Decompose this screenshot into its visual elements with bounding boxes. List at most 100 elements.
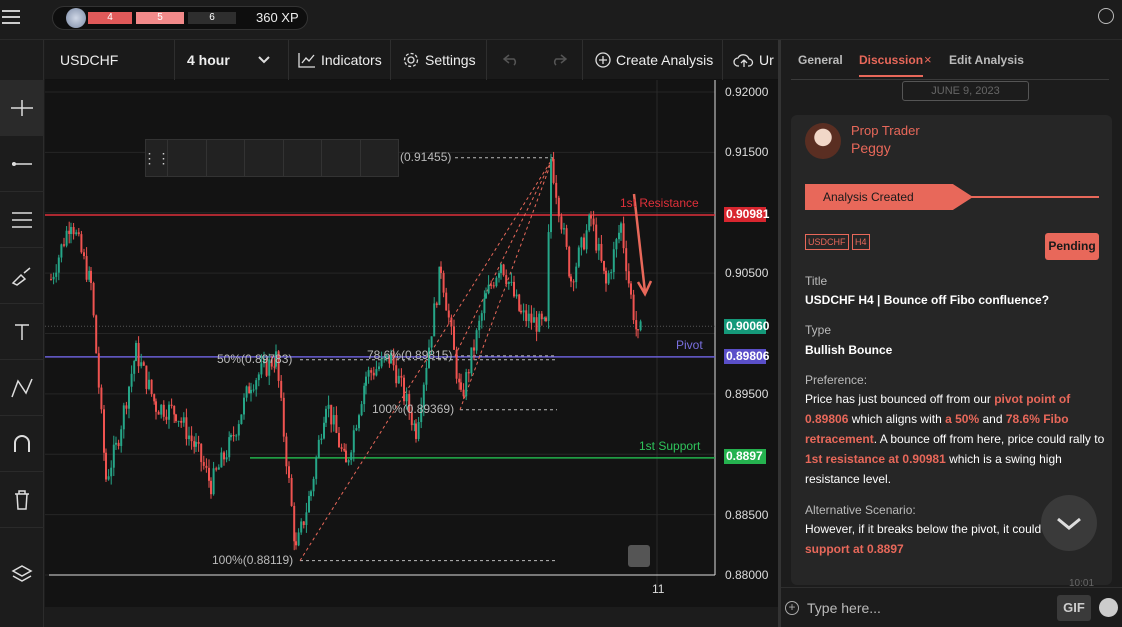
indicators-button[interactable]: Indicators [289,40,391,80]
candle-body [338,432,340,448]
candle-body [302,521,305,526]
candle-body [142,362,145,366]
draw-measure-icon[interactable] [361,140,399,176]
candle-body [323,422,325,439]
pref-text: and [979,412,1006,426]
candle-body [223,452,225,460]
title-label: Title [805,274,828,288]
candle-body [618,232,620,240]
tab-discussion[interactable]: Discussion [859,53,924,77]
candle-body [157,411,160,415]
tab-general[interactable]: General [798,53,843,67]
layers-tool[interactable] [0,546,44,602]
chart-toolbar: USDCHF 4 hour Indicators Settings Create… [45,40,778,80]
candle-body [585,230,588,250]
text-tool[interactable] [0,304,44,360]
drawing-toolbar: ⋮⋮ [143,139,399,177]
candle-body [515,294,518,297]
drawing-tools-sidebar [0,40,44,627]
candle-body [135,342,137,361]
candle-body [620,223,622,233]
candle-body [77,232,80,235]
brush-tool[interactable] [0,248,44,304]
create-analysis-button[interactable]: Create Analysis [583,40,723,80]
candle-body [485,293,487,299]
candle-body [358,415,360,429]
candle-body [453,326,455,350]
hamburger-menu-icon[interactable] [2,10,20,24]
draw-ray-icon[interactable] [322,140,361,176]
drag-handle-icon[interactable]: ⋮⋮ [143,140,171,176]
candle-body [487,284,490,294]
emoji-icon[interactable] [1099,598,1118,617]
preference-text: Price has just bounced off from our pivo… [805,389,1105,489]
candle-body [557,197,560,217]
redo-icon[interactable] [551,54,567,66]
pattern-tool[interactable] [0,360,44,416]
candle-body [248,386,251,394]
message-input[interactable]: Type here... [807,600,881,616]
candle-body [507,282,510,284]
author-role: Prop Trader [851,123,920,138]
add-attachment-icon[interactable]: + [785,601,799,615]
upload-button[interactable]: Ur [723,40,778,80]
price-tick: 0.90500 [725,266,769,280]
candle-body [115,442,117,445]
undo-icon[interactable] [503,54,519,66]
price-tick: 0.88500 [725,508,769,522]
magnet-tool[interactable] [0,416,44,472]
pref-text: Price has just bounced off from our [805,392,995,406]
candle-body [197,441,200,444]
globe-icon[interactable] [1098,8,1114,24]
candle-body [190,435,193,442]
candle-body [607,273,610,284]
line-tool[interactable] [0,136,44,192]
candle-body [182,417,185,423]
draw-trendline-icon[interactable] [168,140,207,176]
candle-body [568,246,571,277]
candle-body [75,232,78,235]
candle-body [495,277,498,287]
candle-body [83,252,85,257]
crosshair-icon [11,99,33,116]
candle-body [202,462,205,466]
candle-body [490,284,493,286]
crosshair-tool[interactable] [0,80,44,136]
draw-fib-icon[interactable] [207,140,245,176]
draw-fib-fan-icon[interactable] [245,140,284,176]
candle-body [547,232,550,321]
create-analysis-label: Create Analysis [616,52,714,68]
tab-edit-analysis[interactable]: Edit Analysis [949,53,1024,67]
timeframe-dropdown[interactable]: 4 hour [175,40,289,80]
candle-body [520,310,522,313]
candle-body [458,378,461,383]
delete-tool[interactable] [0,472,44,528]
candle-body [480,313,483,321]
candle-body [592,218,595,225]
settings-button[interactable]: Settings [391,40,487,80]
layers-icon [11,565,33,582]
gif-button[interactable]: GIF [1057,595,1091,621]
symbol-selector[interactable]: USDCHF [45,40,175,80]
candle-body [240,414,243,425]
analysis-title: USDCHF H4 | Bounce off Fibo confluence? [805,293,1050,307]
candle-body [112,444,115,468]
draw-brush-icon[interactable] [284,140,322,176]
scroll-down-button[interactable] [1041,495,1097,551]
candle-body [57,257,60,273]
candle-body [320,438,323,440]
lightbulb-icon[interactable] [628,545,650,567]
fib-100b-label: 100%(0.88119) [212,553,294,567]
fib-lines-icon [12,211,32,228]
candle-body [130,373,133,387]
price-chart[interactable]: ⋮⋮ (0.91455) 50%(0.89783) 78.6%(0.89815)… [45,80,778,607]
candle-body [622,223,625,249]
candle-body [300,521,303,533]
upload-label: Ur [759,52,774,68]
close-tab-icon[interactable]: × [924,52,932,67]
candle-body [615,239,618,250]
candle-body [433,303,436,337]
fib-tool[interactable] [0,192,44,248]
candle-body [295,541,297,546]
candle-body [228,437,231,458]
